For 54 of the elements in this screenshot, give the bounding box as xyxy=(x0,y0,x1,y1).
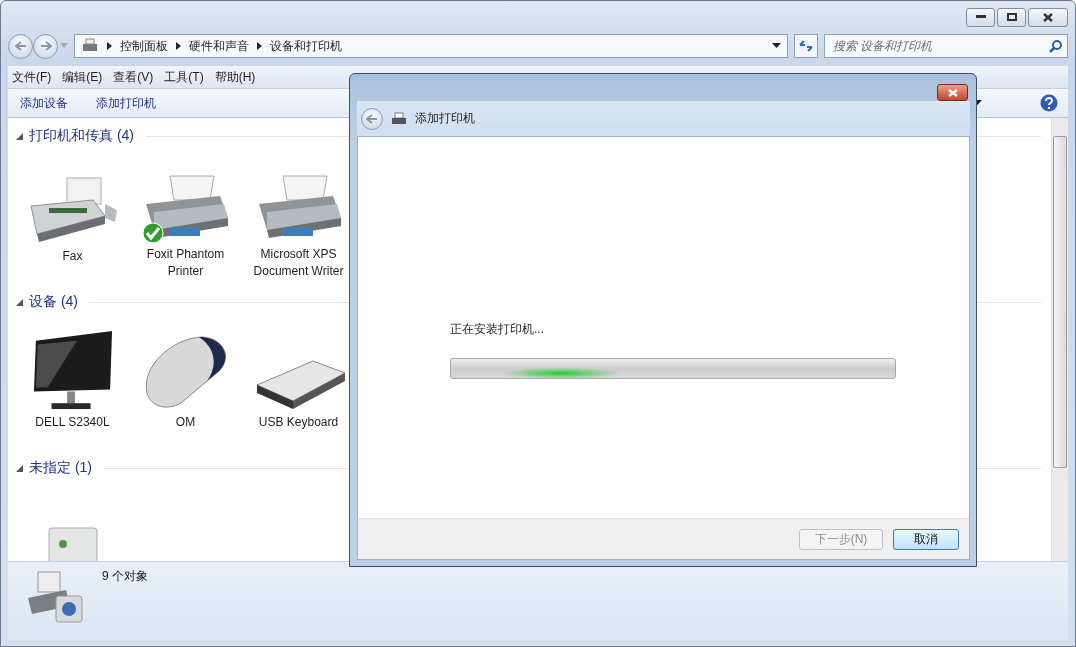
chevron-right-icon xyxy=(257,42,262,50)
group-header[interactable]: 未指定 (1) xyxy=(29,459,92,477)
menu-item[interactable]: 帮助(H) xyxy=(210,68,261,86)
close-button[interactable] xyxy=(937,84,968,101)
collapse-arrow-icon[interactable] xyxy=(16,132,23,140)
printer-icon xyxy=(391,111,407,126)
close-icon xyxy=(947,88,958,97)
close-button[interactable] xyxy=(1028,7,1068,27)
collapse-arrow-icon[interactable] xyxy=(16,464,23,472)
group-header[interactable]: 设备 (4) xyxy=(29,293,78,311)
dropdown-arrow-icon[interactable] xyxy=(772,43,781,49)
device-label: Microsoft XPS Document Writer xyxy=(252,246,345,280)
scroll-thumb[interactable] xyxy=(1053,136,1067,468)
back-button[interactable] xyxy=(8,33,33,59)
device-label: OM xyxy=(175,414,196,431)
close-icon xyxy=(1043,12,1053,22)
device-label: DELL S2340L xyxy=(35,414,110,431)
menu-item[interactable]: 工具(T) xyxy=(160,68,209,86)
dialog-title: 添加打印机 xyxy=(415,110,475,127)
address-bar[interactable]: 控制面板 硬件和声音 设备和打印机 xyxy=(74,34,788,58)
menu-item[interactable]: 查看(V) xyxy=(109,68,159,86)
device-label: Fax xyxy=(62,248,83,265)
help-icon[interactable] xyxy=(1040,94,1058,112)
search-field[interactable]: 搜索 设备和打印机 xyxy=(824,34,1068,58)
menu-item[interactable]: 文件(F) xyxy=(8,68,57,86)
refresh-icon xyxy=(798,39,814,53)
maximize-button[interactable] xyxy=(997,7,1026,27)
toolbar-button[interactable]: 添加设备 xyxy=(20,94,68,112)
forward-arrow-icon xyxy=(39,41,52,51)
toolbar-button[interactable]: 添加打印机 xyxy=(96,94,156,112)
breadcrumb[interactable]: 设备和打印机 xyxy=(270,37,342,55)
search-icon xyxy=(1049,40,1062,53)
back-arrow-icon xyxy=(14,41,27,51)
dialog-button[interactable]: 取消 xyxy=(893,528,959,550)
minimize-button[interactable] xyxy=(966,7,995,27)
refresh-button[interactable] xyxy=(794,34,818,58)
devices-icon xyxy=(81,38,99,54)
device-label: USB Keyboard xyxy=(258,414,339,431)
status-message: 正在安装打印机... xyxy=(450,321,545,338)
group-header[interactable]: 打印机和传真 (4) xyxy=(29,127,134,145)
chevron-right-icon xyxy=(107,42,112,50)
back-button[interactable] xyxy=(361,107,383,130)
back-arrow-icon xyxy=(366,113,378,124)
forward-button[interactable] xyxy=(33,33,58,59)
collapse-arrow-icon[interactable] xyxy=(16,298,23,306)
minimize-icon xyxy=(975,15,986,19)
device-label: Foxit Phantom Printer xyxy=(145,246,226,280)
item-count: 9 个对象 xyxy=(102,568,148,585)
menu-item[interactable]: 编辑(E) xyxy=(58,68,108,86)
breadcrumb[interactable]: 硬件和声音 xyxy=(189,37,249,55)
scrollbar[interactable] xyxy=(1051,118,1068,561)
breadcrumb[interactable]: 控制面板 xyxy=(120,37,168,55)
maximize-icon xyxy=(1006,13,1017,21)
chevron-right-icon xyxy=(176,42,181,50)
